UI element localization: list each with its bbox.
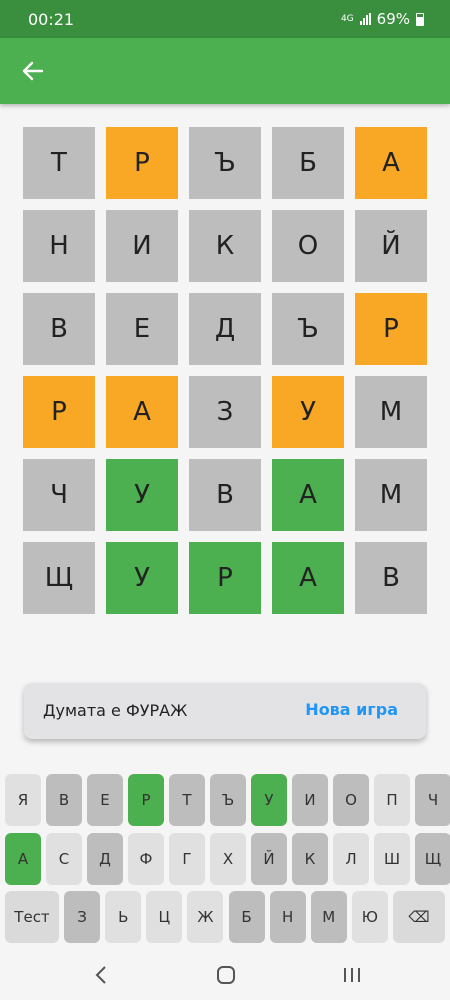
letter-key[interactable]: С: [46, 833, 82, 885]
letter-key[interactable]: Н: [269, 891, 306, 943]
board-tile: Б: [272, 127, 344, 199]
letter-key[interactable]: З: [64, 891, 101, 943]
letter-key[interactable]: Я: [5, 774, 41, 826]
nav-home-button[interactable]: [211, 960, 241, 990]
new-game-button[interactable]: Нова игра: [305, 700, 398, 719]
battery-percent: 69%: [376, 10, 410, 28]
letter-key[interactable]: Ф: [128, 833, 164, 885]
letter-key[interactable]: У: [251, 774, 287, 826]
letter-key[interactable]: Д: [87, 833, 123, 885]
board-tile: Ъ: [189, 127, 261, 199]
letter-key[interactable]: Т: [169, 774, 205, 826]
board-tile: Р: [23, 376, 95, 448]
board-tile: В: [189, 459, 261, 531]
keyboard: Я В Е Р Т Ъ У И О П Ч А С Д Ф Г Х Й К Л Ш Щ Тест З Ь Ц Ж Б Н М Ю ⌫: [0, 756, 450, 956]
status-icons: 4G 69%: [341, 10, 424, 28]
letter-key[interactable]: Р: [128, 774, 164, 826]
board-tile: Т: [23, 127, 95, 199]
board-tile: К: [189, 210, 261, 282]
board-tile: М: [355, 376, 427, 448]
letter-key[interactable]: Б: [228, 891, 265, 943]
letter-key[interactable]: Ж: [187, 891, 224, 943]
backspace-key[interactable]: ⌫: [393, 891, 445, 943]
board-tile: Д: [189, 293, 261, 365]
nav-recents-button[interactable]: [337, 960, 367, 990]
board-tile: З: [189, 376, 261, 448]
navigation-bar: [0, 948, 450, 1000]
board-tile: Р: [106, 127, 178, 199]
result-message: Думата е ФУРАЖ: [43, 701, 188, 720]
status-time: 00:21: [28, 10, 75, 29]
result-card: Думата е ФУРАЖ Нова игра: [24, 683, 426, 739]
board-tile: Р: [189, 542, 261, 614]
board-tile: Р: [355, 293, 427, 365]
letter-key[interactable]: Ц: [146, 891, 183, 943]
letter-key[interactable]: Ю: [351, 891, 388, 943]
home-icon: [217, 966, 235, 984]
letter-key[interactable]: Л: [333, 833, 369, 885]
letter-key[interactable]: Ш: [374, 833, 410, 885]
board-tile: В: [355, 542, 427, 614]
battery-icon: [416, 12, 424, 26]
back-arrow-icon: [22, 61, 44, 81]
board-tile: А: [355, 127, 427, 199]
letter-key[interactable]: К: [292, 833, 328, 885]
app-bar: [0, 38, 450, 104]
nav-back-button[interactable]: [86, 960, 116, 990]
board-tile: В: [23, 293, 95, 365]
board-tile: М: [355, 459, 427, 531]
back-button[interactable]: [16, 54, 50, 88]
recents-icon: [344, 968, 360, 982]
letter-key[interactable]: Ъ: [210, 774, 246, 826]
letter-key[interactable]: Й: [251, 833, 287, 885]
letter-key[interactable]: М: [310, 891, 347, 943]
letter-key[interactable]: Е: [87, 774, 123, 826]
letter-key[interactable]: А: [5, 833, 41, 885]
board-tile: И: [106, 210, 178, 282]
letter-key[interactable]: Х: [210, 833, 246, 885]
letter-key[interactable]: Ч: [415, 774, 450, 826]
board-tile: У: [272, 376, 344, 448]
board-tile: Й: [355, 210, 427, 282]
board-tile: У: [106, 459, 178, 531]
letter-key[interactable]: П: [374, 774, 410, 826]
board-tile: У: [106, 542, 178, 614]
network-type: 4G: [340, 13, 354, 24]
board-tile: А: [272, 542, 344, 614]
board-tile: О: [272, 210, 344, 282]
letter-key[interactable]: И: [292, 774, 328, 826]
chevron-left-icon: [95, 966, 106, 984]
board-tile: А: [272, 459, 344, 531]
enter-key[interactable]: Тест: [5, 891, 59, 943]
board-tile: Ч: [23, 459, 95, 531]
letter-key[interactable]: О: [333, 774, 369, 826]
letter-key[interactable]: Щ: [415, 833, 450, 885]
letter-key[interactable]: В: [46, 774, 82, 826]
board-tile: Е: [106, 293, 178, 365]
board-tile: Щ: [23, 542, 95, 614]
board-tile: Ъ: [272, 293, 344, 365]
board-tile: А: [106, 376, 178, 448]
signal-icon: [359, 13, 371, 25]
letter-key[interactable]: Г: [169, 833, 205, 885]
status-bar: 00:21 4G 69%: [0, 0, 450, 38]
letter-key[interactable]: Ь: [105, 891, 142, 943]
board-tile: Н: [23, 210, 95, 282]
